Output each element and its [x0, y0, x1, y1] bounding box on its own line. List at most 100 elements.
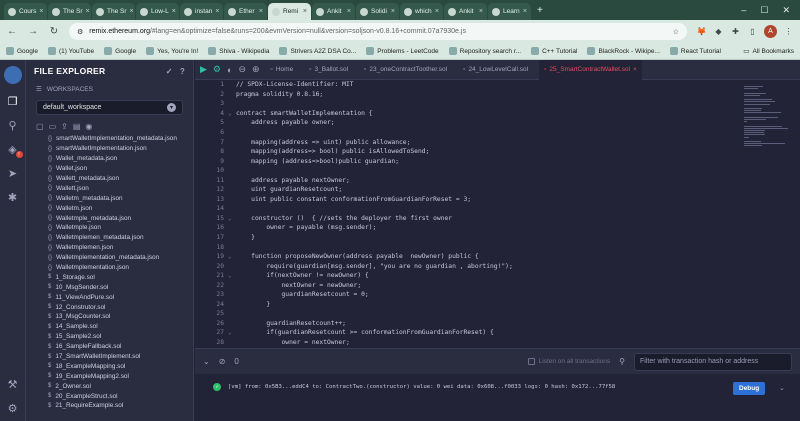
url-input[interactable]: ⚙ remix.ethereum.org/#lang=en&optimize=f…	[69, 23, 687, 40]
toggle-icon[interactable]: ◐	[227, 65, 232, 75]
browser-tab[interactable]: Ankit ×	[444, 3, 487, 20]
browser-tab[interactable]: Ankit ×	[312, 3, 355, 20]
close-tab-icon[interactable]: ×	[215, 8, 219, 15]
file-item[interactable]: {} smartWalletImplementation_metadata.jso…	[26, 134, 186, 144]
bookmark-item[interactable]: Google	[6, 47, 38, 55]
file-item[interactable]: {} Walletmple_metadata.json	[26, 213, 186, 223]
sidepanel-icon[interactable]: ▯	[747, 26, 758, 37]
close-tab-icon[interactable]: ×	[86, 8, 90, 15]
new-folder-icon[interactable]: ▭	[49, 122, 57, 131]
file-item[interactable]: {} Walletm_metadata.json	[26, 193, 186, 203]
editor-tab[interactable]: ▫ 25_SmartContractWallet.sol ×	[539, 59, 642, 80]
file-item[interactable]: {} smartWalletImplementation.json	[26, 144, 186, 154]
upload-folder-icon[interactable]: ▤	[73, 122, 81, 131]
fold-chevron-icon[interactable]: ⌄	[228, 329, 236, 336]
github-icon[interactable]: ◉	[85, 122, 92, 131]
bookmark-item[interactable]: React Tutorial	[669, 47, 721, 55]
file-item[interactable]: {} Wallett.json	[26, 183, 186, 193]
close-tab-icon[interactable]: ×	[479, 8, 483, 15]
file-item[interactable]: {} Walletmplemen.json	[26, 243, 186, 253]
settings-gear-icon[interactable]: ⚙	[6, 401, 20, 415]
zoom-out-icon[interactable]: ⊖	[238, 64, 246, 75]
file-item[interactable]: {} Walletmple.json	[26, 223, 186, 233]
file-item[interactable]: {} Wallet_metadata.json	[26, 154, 186, 164]
close-panel-icon[interactable]: ✓	[166, 67, 173, 76]
code-minimap[interactable]	[740, 80, 800, 348]
editor-tab[interactable]: ▫ 24_LowLevelCall.sol	[458, 60, 533, 80]
close-tab-icon[interactable]: ×	[39, 8, 43, 15]
search-icon[interactable]: ⚲	[6, 118, 20, 132]
chevron-down-icon[interactable]: ⌄	[779, 384, 785, 392]
minimize-icon[interactable]: –	[741, 5, 746, 15]
forward-icon[interactable]: →	[27, 26, 39, 37]
listen-all-toggle[interactable]: Listen on all transactions	[527, 358, 610, 365]
file-explorer-icon[interactable]: ❐	[6, 94, 20, 108]
puzzle-icon[interactable]: ✚	[730, 26, 741, 37]
file-item[interactable]: $18_ExampleMapping.sol	[26, 361, 186, 371]
browser-tab[interactable]: instan ×	[180, 3, 223, 20]
transaction-filter-input[interactable]: Filter with transaction hash or address	[634, 352, 792, 371]
file-item[interactable]: $17_SmartWalletImplement.sol	[26, 352, 186, 362]
reload-icon[interactable]: ↻	[48, 26, 60, 37]
fold-chevron-icon[interactable]: ⌄	[228, 253, 236, 260]
maximize-icon[interactable]: ☐	[760, 5, 768, 16]
code-editor[interactable]: 1 // SPDX-License-Identifier: MIT 2 pragma …	[195, 80, 740, 348]
new-file-icon[interactable]: ▢	[36, 122, 44, 131]
remix-logo-icon[interactable]	[3, 66, 22, 84]
file-item[interactable]: $11_ViewAndPure.sol	[26, 292, 186, 302]
browser-tab[interactable]: The Sr ×	[92, 3, 135, 20]
close-tab-icon[interactable]: ×	[172, 8, 176, 15]
bookmark-item[interactable]: Google	[104, 47, 136, 55]
debug-button[interactable]: Debug	[733, 382, 766, 395]
browser-tab[interactable]: Cours ×	[4, 3, 47, 20]
file-item[interactable]: $19_ExampleMapping2.sol	[26, 371, 186, 381]
run-script-icon[interactable]: ▶	[200, 64, 207, 75]
close-tab-icon[interactable]: ×	[259, 8, 263, 15]
file-item[interactable]: {} Walletmplemen_metadata.json	[26, 233, 186, 243]
bookmark-item[interactable]: BlackRock - Wikipe...	[587, 47, 660, 55]
browser-tab[interactable]: Learn ×	[488, 3, 531, 20]
bookmark-star-icon[interactable]: ☆	[673, 28, 679, 36]
browser-tab[interactable]: which ×	[400, 3, 443, 20]
deploy-run-icon[interactable]: ➤	[6, 166, 20, 180]
fold-chevron-icon[interactable]: ⌄	[228, 272, 236, 279]
editor-tab[interactable]: ▫ 3_Ballot.sol	[304, 60, 353, 80]
plugin-manager-icon[interactable]: ⚒	[6, 377, 20, 391]
file-item[interactable]: $10_MsgSender.sol	[26, 282, 186, 292]
metamask-icon[interactable]: 🦊	[696, 26, 707, 37]
new-tab-button[interactable]: +	[532, 5, 548, 16]
zoom-in-icon[interactable]: ⊕	[252, 64, 260, 75]
back-icon[interactable]: ←	[6, 26, 18, 37]
extension-icon[interactable]: ◆	[713, 26, 724, 37]
browser-tab[interactable]: Low-L ×	[136, 3, 179, 20]
workspaces-toggle[interactable]: ☰ WORKSPACES	[26, 82, 193, 96]
browser-tab[interactable]: Remi ×	[268, 3, 311, 20]
close-tab-icon[interactable]: ×	[633, 67, 637, 73]
browser-tab[interactable]: Solidi ×	[356, 3, 399, 20]
all-bookmarks[interactable]: ▭ All Bookmarks	[743, 47, 794, 56]
editor-tab[interactable]: ▫ 23_oneContractToother.sol	[359, 60, 452, 80]
browser-tab[interactable]: Ether ×	[224, 3, 267, 20]
bookmark-item[interactable]: Shiva - Wikipedia	[208, 47, 269, 55]
file-item[interactable]: {} Walletmplementation_metadata.json	[26, 253, 186, 263]
workspace-select[interactable]: default_workspace ▾	[36, 100, 183, 115]
file-item[interactable]: $15_Sample2.sol	[26, 332, 186, 342]
browser-tab[interactable]: The Sr ×	[48, 3, 91, 20]
close-tab-icon[interactable]: ×	[391, 8, 395, 15]
file-item[interactable]: $21_RequireExample.sol	[26, 401, 186, 411]
upload-icon[interactable]: ⇪	[61, 122, 68, 131]
close-window-icon[interactable]: ✕	[782, 5, 790, 16]
file-item[interactable]: $14_Sample.sol	[26, 322, 186, 332]
editor-tab[interactable]: ▫ Home	[266, 60, 299, 80]
bookmark-item[interactable]: (1) YouTube	[47, 47, 94, 55]
bookmark-item[interactable]: Strivers A2Z DSA Co...	[279, 47, 356, 55]
menu-icon[interactable]: ⋮	[783, 26, 794, 37]
file-item[interactable]: $2_Owner.sol	[26, 381, 186, 391]
file-item[interactable]: $12_Construtor.sol	[26, 302, 186, 312]
file-item[interactable]: {} Walletmplementation.json	[26, 263, 186, 273]
close-tab-icon[interactable]: ×	[130, 8, 134, 15]
fold-chevron-icon[interactable]: ⌄	[228, 110, 236, 117]
file-item[interactable]: {} Wallett_metadata.json	[26, 174, 186, 184]
file-item[interactable]: $13_MsgCounter.sol	[26, 312, 186, 322]
close-tab-icon[interactable]: ×	[523, 8, 527, 15]
